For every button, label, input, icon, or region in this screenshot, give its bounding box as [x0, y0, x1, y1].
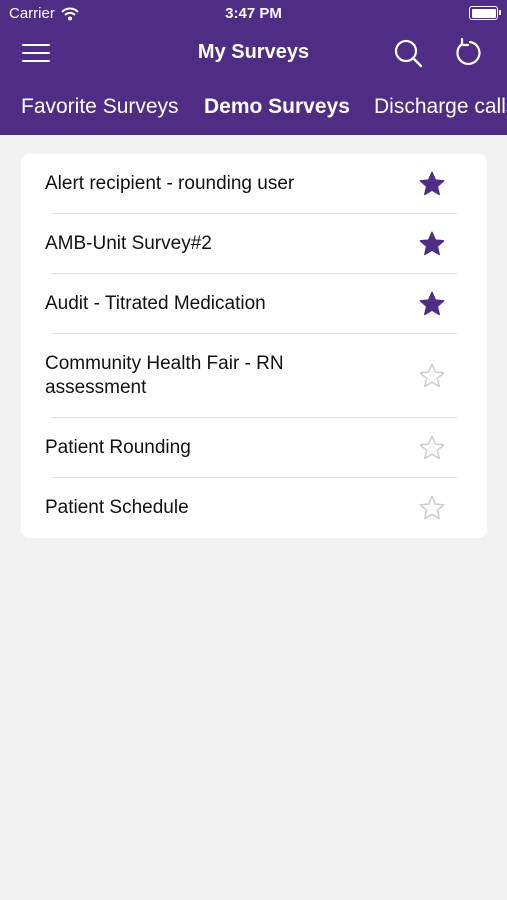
star-filled-icon[interactable] — [418, 290, 446, 318]
tab-demo-surveys[interactable]: Demo Surveys — [204, 95, 350, 119]
app-header: Carrier 3:47 PM My Surveys Favorite Surv… — [0, 0, 507, 135]
status-bar: Carrier 3:47 PM — [0, 0, 507, 28]
star-outline-icon[interactable] — [418, 362, 446, 390]
star-outline-icon[interactable] — [418, 494, 446, 522]
tab-discharge-calls[interactable]: Discharge calls — [374, 95, 507, 119]
survey-title: Alert recipient - rounding user — [45, 173, 295, 194]
survey-tabs: Favorite Surveys Demo Surveys Discharge … — [0, 84, 507, 132]
list-item[interactable]: Alert recipient - rounding user — [21, 154, 487, 214]
survey-title: Community Health Fair - RN assessment — [45, 353, 284, 398]
refresh-icon[interactable] — [453, 36, 487, 70]
survey-title: Patient Rounding — [45, 437, 191, 458]
tab-favorite-surveys[interactable]: Favorite Surveys — [21, 95, 179, 119]
survey-list: Alert recipient - rounding user AMB-Unit… — [21, 154, 487, 538]
list-item[interactable]: Patient Schedule — [21, 478, 487, 538]
survey-title: AMB-Unit Survey#2 — [45, 233, 212, 254]
star-filled-icon[interactable] — [418, 170, 446, 198]
star-outline-icon[interactable] — [418, 434, 446, 462]
list-item[interactable]: Patient Rounding — [21, 418, 487, 478]
survey-title: Audit - Titrated Medication — [45, 293, 266, 314]
star-filled-icon[interactable] — [418, 230, 446, 258]
list-item[interactable]: Community Health Fair - RN assessment — [21, 334, 487, 418]
battery-icon — [469, 6, 501, 20]
page-title: My Surveys — [197, 41, 310, 63]
status-time: 3:47 PM — [225, 5, 282, 22]
navigation-bar: My Surveys — [0, 28, 507, 78]
search-icon[interactable] — [391, 36, 425, 70]
list-item[interactable]: Audit - Titrated Medication — [21, 274, 487, 334]
list-item[interactable]: AMB-Unit Survey#2 — [21, 214, 487, 274]
survey-title: Patient Schedule — [45, 497, 189, 518]
